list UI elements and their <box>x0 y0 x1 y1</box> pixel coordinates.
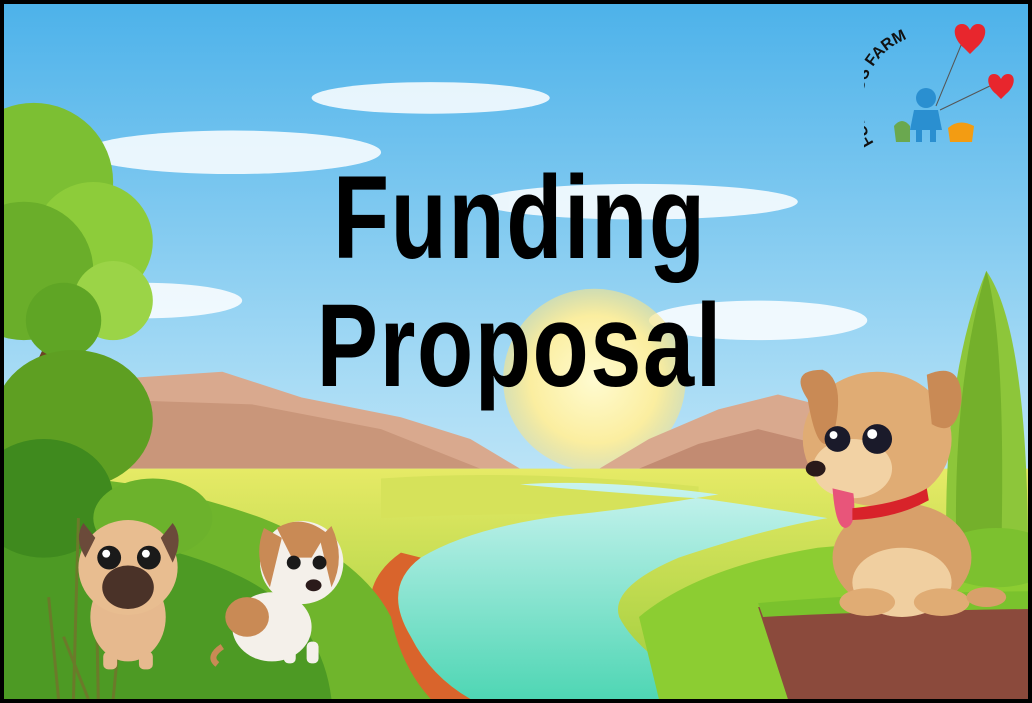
fur-kids-farm-logo: FUR KIDS FARM <box>864 24 1014 148</box>
heart-balloon-icon-2 <box>988 74 1014 99</box>
title-line-2: Proposal <box>316 280 723 412</box>
slide-frame: FUR KIDS FARM Funding Proposal <box>0 0 1032 703</box>
title-line-1: Funding <box>332 152 707 284</box>
page-title: Funding Proposal <box>117 154 922 410</box>
girl-with-pets-heart-balloons-icon <box>894 24 1014 142</box>
